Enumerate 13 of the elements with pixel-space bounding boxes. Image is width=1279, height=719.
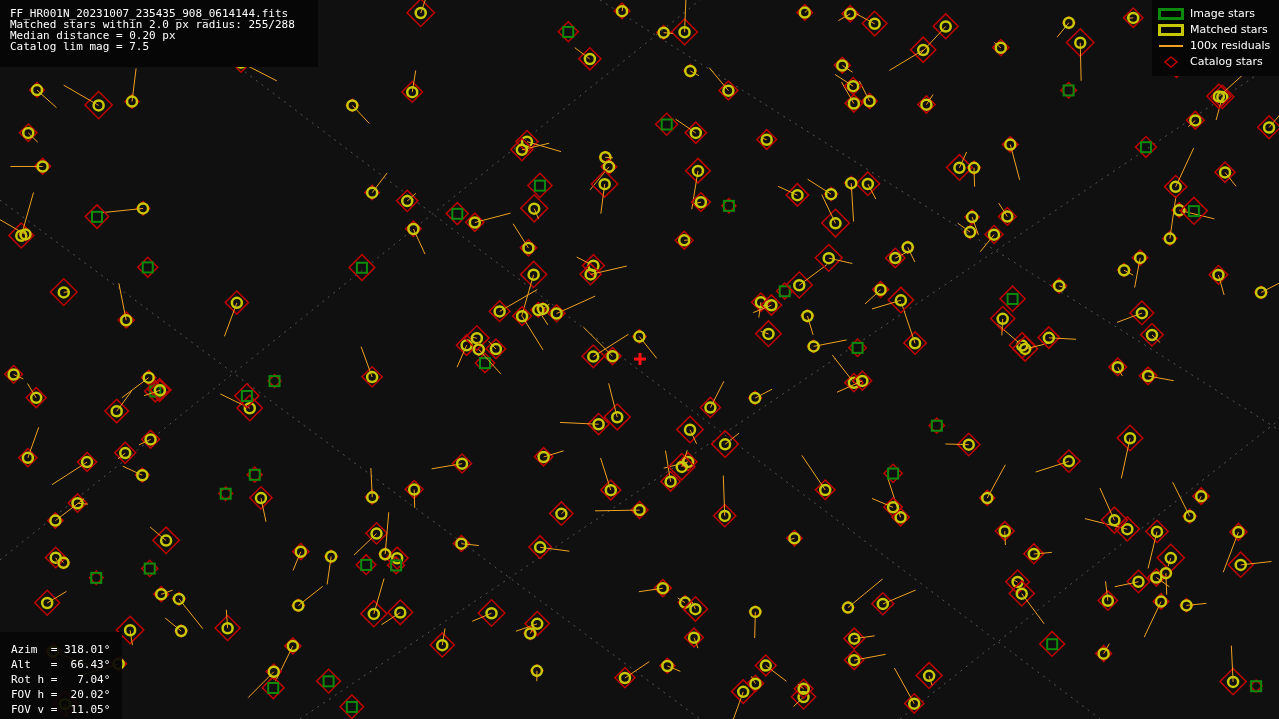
legend-label: Image stars — [1190, 6, 1255, 22]
info-line: Median distance = 0.20 px — [10, 30, 176, 41]
pointing-line: FOV h = 20.02° — [11, 687, 111, 702]
info-line: Matched stars within 2.0 px radius: 255/288 — [10, 19, 296, 30]
info-line: Catalog lim mag = 7.5 — [10, 41, 151, 52]
legend-label: 100x residuals — [1190, 38, 1271, 54]
legend-label: Catalog stars — [1190, 54, 1263, 70]
legend-label: Matched stars — [1190, 22, 1268, 38]
pointing-line: Rot h = 7.04° — [11, 672, 111, 687]
pointing-line: FOV v = 11.05° — [11, 702, 111, 717]
pointing-line: Azim = 318.01° — [11, 642, 111, 657]
pointing-line: Alt = 66.43° — [11, 657, 111, 672]
file-name: FF_HR001N_20231007_235435_908_0614144.fits — [10, 8, 290, 19]
